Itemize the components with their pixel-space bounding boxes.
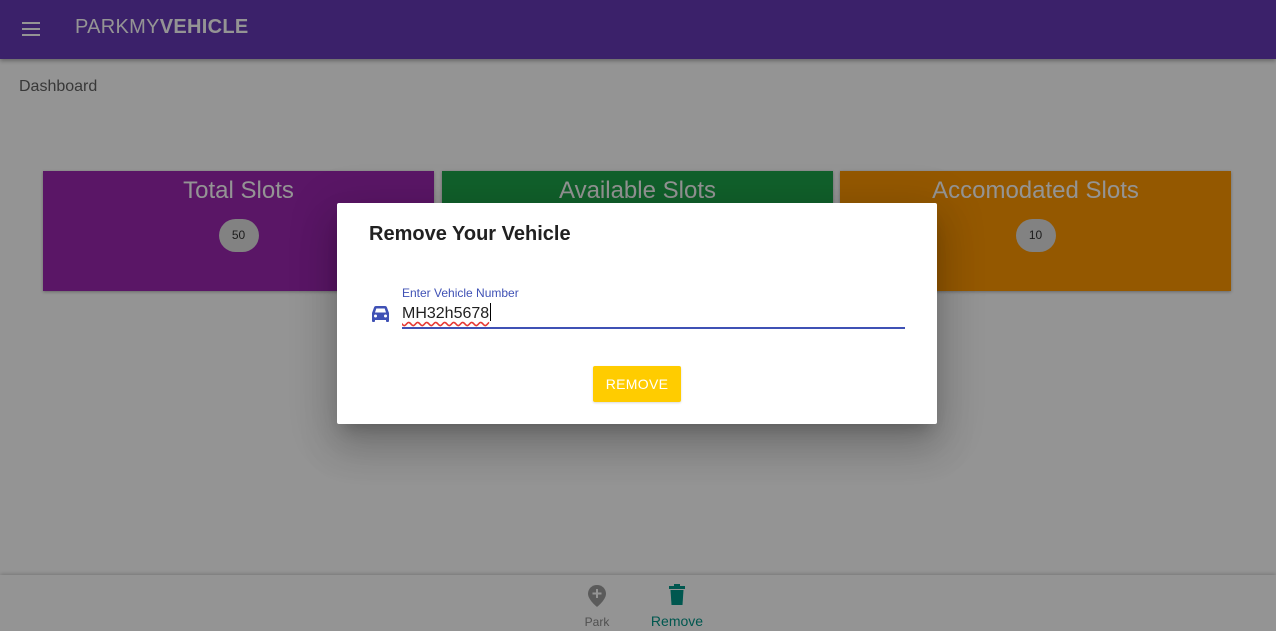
vehicle-number-value: MH32h5678 [402,305,490,322]
remove-vehicle-dialog: Remove Your Vehicle Enter Vehicle Number… [337,203,937,424]
car-icon [372,306,389,322]
dialog-title: Remove Your Vehicle [369,223,571,245]
text-caret [490,303,492,321]
remove-button[interactable]: REMOVE [593,366,681,402]
vehicle-number-input[interactable]: MH32h5678 [402,303,905,329]
vehicle-number-label: Enter Vehicle Number [402,286,519,300]
